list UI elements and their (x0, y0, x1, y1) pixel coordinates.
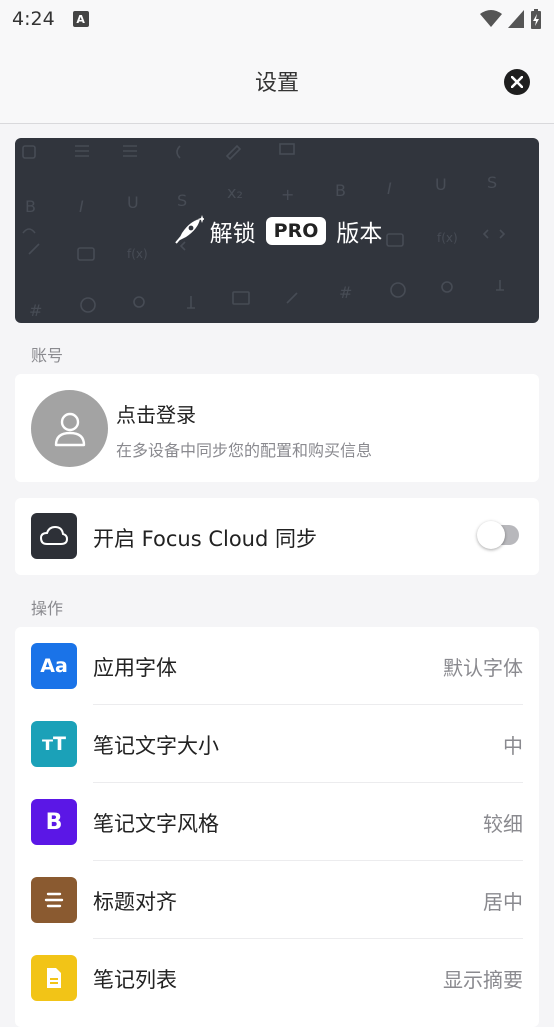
op-label: 笔记列表 (93, 968, 177, 992)
op-row-app-font[interactable]: Aa 应用字体 默认字体 (15, 627, 539, 705)
font-icon: Aa (31, 643, 77, 689)
op-value: 居中 (483, 890, 523, 914)
page-header: 设置 (0, 38, 554, 124)
status-indicators (480, 9, 542, 29)
cloud-sync-row[interactable]: 开启 Focus Cloud 同步 (15, 498, 539, 575)
close-button[interactable] (504, 69, 530, 95)
section-label-account: 账号 (31, 346, 64, 365)
op-row-text-style[interactable]: B 笔记文字风格 较细 (15, 783, 539, 861)
login-subtitle: 在多设备中同步您的配置和购买信息 (116, 441, 373, 460)
wifi-icon (480, 10, 502, 27)
op-value: 显示摘要 (443, 968, 523, 992)
op-label: 应用字体 (93, 656, 177, 680)
op-label: 标题对齐 (93, 890, 177, 914)
cloud-sync-label: 开启 Focus Cloud 同步 (93, 527, 317, 551)
banner-content: 解锁 PRO 版本 (15, 138, 539, 323)
cloud-icon (31, 513, 77, 559)
document-icon (31, 955, 77, 1001)
page-title: 设置 (254, 70, 299, 96)
operations-card: Aa 应用字体 默认字体 тT 笔记文字大小 中 B 笔记文字风格 较细 标题对… (15, 627, 539, 1027)
op-row-note-list[interactable]: 笔记列表 显示摘要 (15, 939, 539, 1017)
unlock-pro-banner[interactable]: B I U S x₂ + B I U S f(x) f(x) # # 解锁 PR… (15, 138, 539, 323)
avatar (31, 390, 108, 467)
battery-icon (531, 9, 541, 29)
status-time: 4:24 (12, 8, 55, 30)
op-label: 笔记文字风格 (93, 812, 219, 836)
bold-icon: B (31, 799, 77, 845)
op-row-title-align[interactable]: 标题对齐 居中 (15, 861, 539, 939)
align-center-icon (31, 877, 77, 923)
signal-icon (508, 10, 524, 28)
cloud-sync-toggle[interactable] (477, 521, 519, 549)
op-value: 较细 (483, 812, 523, 836)
pro-badge: PRO (265, 216, 327, 245)
toggle-knob (477, 521, 505, 549)
status-bar: 4:24 A (0, 0, 554, 38)
login-title: 点击登录 (116, 403, 196, 427)
notification-icon: A (72, 11, 89, 27)
user-icon (54, 412, 85, 446)
op-row-text-size[interactable]: тT 笔记文字大小 中 (15, 705, 539, 783)
op-value: 中 (503, 734, 523, 758)
banner-unlock-text: 解锁 (209, 220, 256, 247)
op-label: 笔记文字大小 (93, 734, 219, 758)
close-icon (511, 76, 523, 88)
text-size-icon: тT (31, 721, 77, 767)
rocket-icon (174, 214, 204, 244)
section-label-operations: 操作 (31, 599, 64, 618)
op-value: 默认字体 (443, 656, 523, 680)
login-card[interactable]: 点击登录 在多设备中同步您的配置和购买信息 (15, 374, 539, 482)
banner-edition-text: 版本 (336, 220, 383, 247)
